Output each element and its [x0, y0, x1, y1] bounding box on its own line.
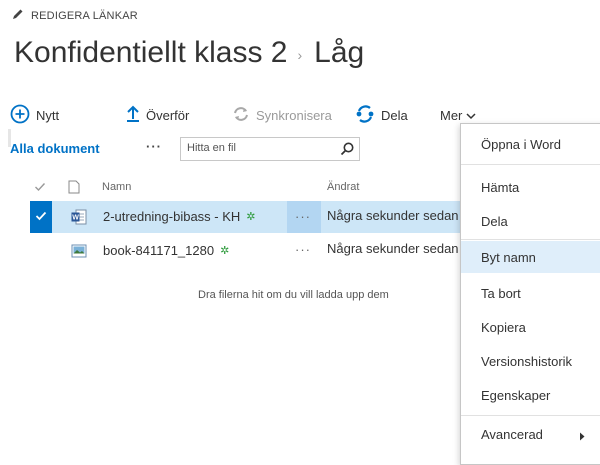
column-header-name[interactable]: Namn [102, 176, 131, 198]
menu-item-download[interactable]: Hämta [461, 171, 600, 203]
menu-item-advanced[interactable]: Avancerad [461, 418, 600, 450]
file-name-link[interactable]: book-841171_1280 ✲ [103, 243, 229, 258]
chevron-down-icon [466, 108, 476, 123]
menu-item-label: Egenskaper [481, 387, 551, 403]
svg-text:W: W [72, 215, 79, 222]
menu-item-rename[interactable]: Byt namn [461, 241, 600, 273]
more-label: Mer [440, 107, 463, 123]
sync-label: Synkronisera [256, 107, 332, 123]
search-icon[interactable] [339, 141, 355, 157]
checkmark-icon [35, 208, 47, 226]
title-separator: › [297, 47, 303, 63]
upload-arrow-icon [126, 105, 140, 126]
menu-item-label: Hämta [481, 179, 520, 195]
file-name-text: book-841171_1280 [103, 243, 215, 258]
drop-files-hint: Dra filerna hit om du vill ladda upp dem [198, 289, 389, 301]
modified-text: Några sekunder sedan [327, 208, 459, 223]
file-type-column-icon[interactable] [68, 176, 80, 198]
menu-item-share[interactable]: Dela [461, 205, 600, 237]
pencil-icon [12, 7, 24, 25]
file-name-link[interactable]: 2-utredning-bibass - KH ✲ [103, 209, 256, 224]
menu-item-properties[interactable]: Egenskaper [461, 379, 600, 411]
edit-links-button[interactable]: REDIGERA LÄNKAR [12, 9, 138, 23]
upload-button[interactable]: Överför [126, 102, 189, 128]
row-more-button[interactable]: ··· [295, 209, 311, 224]
edit-links-label: REDIGERA LÄNKAR [31, 10, 138, 22]
upload-label: Överför [146, 107, 190, 123]
modified-text: Några sekunder sedan [327, 241, 459, 256]
word-document-icon: W [71, 209, 87, 230]
new-item-icon: ✲ [246, 211, 256, 223]
menu-item-label: Versionshistorik [481, 353, 573, 369]
page-title: Konfidentiellt klass 2 › Låg [14, 33, 364, 73]
sync-icon [232, 106, 250, 125]
share-label: Dela [381, 107, 408, 123]
sync-button[interactable]: Synkronisera [232, 102, 332, 128]
context-menu: Öppna i Word Hämta Dela Byt namn Ta bort… [460, 123, 600, 465]
menu-item-label: Byt namn [481, 249, 536, 265]
select-all-checkmark[interactable] [34, 176, 46, 198]
row-more-button[interactable]: ··· [295, 242, 311, 257]
menu-item-label: Kopiera [481, 319, 526, 335]
title-site: Konfidentiellt klass 2 [14, 36, 288, 69]
menu-item-label: Ta bort [481, 285, 521, 301]
image-file-icon [71, 243, 87, 264]
menu-item-copy[interactable]: Kopiera [461, 311, 600, 343]
menu-item-label: Avancerad [481, 426, 543, 442]
share-button[interactable]: Dela [355, 102, 408, 128]
file-name-text: 2-utredning-bibass - KH [103, 209, 241, 224]
search-input[interactable] [187, 140, 327, 156]
plus-circle-icon [10, 104, 30, 127]
view-all-documents[interactable]: Alla dokument [10, 141, 100, 156]
view-more-options[interactable]: ··· [146, 139, 162, 154]
menu-divider [461, 164, 600, 165]
menu-item-open-in-word[interactable]: Öppna i Word [461, 128, 600, 160]
new-label: Nytt [36, 107, 60, 123]
menu-item-delete[interactable]: Ta bort [461, 277, 600, 309]
submenu-arrow-icon [579, 429, 585, 444]
new-item-icon: ✲ [220, 245, 230, 257]
row-select-checkbox[interactable] [30, 201, 52, 233]
menu-item-label: Öppna i Word [481, 136, 561, 152]
share-icon [355, 104, 375, 126]
menu-item-label: Dela [481, 213, 508, 229]
menu-item-version-history[interactable]: Versionshistorik [461, 345, 600, 377]
column-header-modified[interactable]: Ändrat [327, 176, 359, 198]
menu-divider [461, 239, 600, 240]
menu-divider [461, 415, 600, 416]
new-button[interactable]: Nytt [10, 102, 59, 128]
title-library: Låg [314, 36, 365, 69]
search-box [180, 137, 360, 161]
